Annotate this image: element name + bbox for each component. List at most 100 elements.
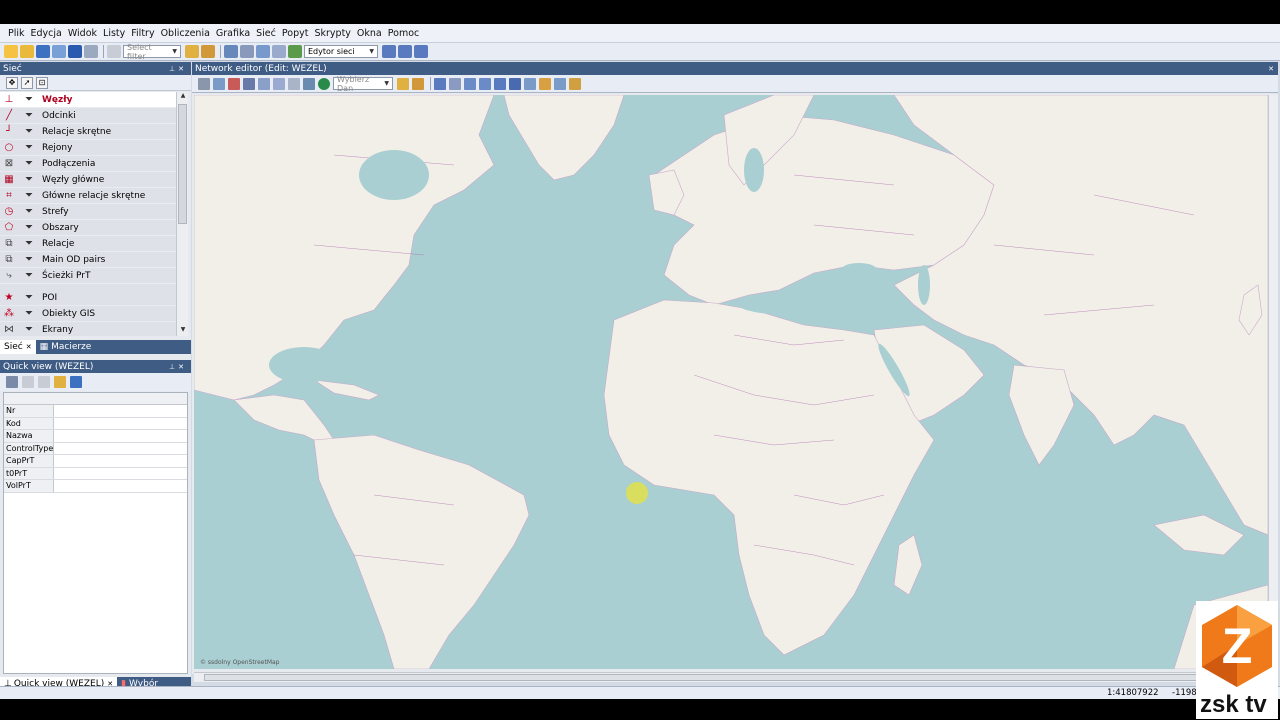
table-row[interactable]: Nazwa — [4, 430, 187, 443]
open-folder-icon[interactable] — [20, 45, 34, 58]
network-editor-icon[interactable] — [288, 45, 302, 58]
filter-funnel-icon[interactable]: ⏷ — [18, 206, 40, 217]
menu-siec[interactable]: Sieć — [254, 28, 278, 39]
table-icon[interactable] — [256, 45, 270, 58]
select-cursor-icon[interactable]: ➚ — [21, 76, 33, 89]
list-edit-icon[interactable] — [240, 45, 254, 58]
save-icon[interactable] — [70, 376, 82, 388]
attribute-select-icon[interactable] — [6, 376, 18, 388]
layer-row[interactable]: ┘ ⏷ Relacje skrętne — [0, 124, 176, 140]
attribute-value[interactable] — [54, 455, 187, 467]
filter-funnel-icon[interactable]: ⏷ — [18, 292, 40, 303]
zoom-extent-icon[interactable] — [434, 77, 446, 90]
map-horizontal-scrollbar[interactable] — [194, 672, 1268, 682]
filter-save-icon[interactable] — [201, 45, 215, 58]
play-icon[interactable] — [107, 45, 121, 58]
table-row[interactable]: Kod — [4, 417, 187, 430]
layer-list-scrollbar[interactable]: ▲ ▼ — [176, 92, 188, 336]
paste-icon[interactable] — [38, 376, 50, 388]
menu-filtry[interactable]: Filtry — [129, 28, 156, 39]
open-folder-icon[interactable] — [54, 376, 66, 388]
menu-plik[interactable]: Plik — [6, 28, 27, 39]
layer-row[interactable]: ╱ ⏷ Odcinki — [0, 108, 176, 124]
menu-grafika[interactable]: Grafika — [214, 28, 252, 39]
layout-vertical-icon[interactable] — [398, 45, 412, 58]
table-row[interactable]: t0PrT — [4, 467, 187, 480]
map-vertical-scrollbar[interactable] — [1268, 95, 1278, 669]
save-icon[interactable] — [36, 45, 50, 58]
filter-funnel-icon[interactable]: ⏷ — [18, 190, 40, 201]
layer-row[interactable]: ⁂ ⏷ Obiekty GIS — [0, 306, 176, 322]
close-icon[interactable]: ✕ — [26, 343, 32, 351]
magnifier-icon[interactable] — [554, 77, 566, 90]
filter-funnel-icon[interactable]: ⏷ — [18, 94, 40, 105]
layer-row[interactable]: ★ ⏷ POI — [0, 290, 176, 306]
filter-funnel-icon[interactable]: ⏷ — [18, 110, 40, 121]
list-icon[interactable] — [224, 45, 238, 58]
filter-funnel-icon[interactable]: ⏷ — [18, 238, 40, 249]
filter-select[interactable]: Select filter ▼ — [123, 43, 181, 61]
pan-arrows-icon[interactable]: ✥ — [6, 76, 18, 89]
tab-macierze[interactable]: ▦ Macierze — [36, 340, 96, 354]
layer-row[interactable]: ⧉ ⏷ Main OD pairs — [0, 252, 176, 268]
zoom-icon[interactable] — [449, 77, 461, 90]
filter-funnel-icon[interactable]: ⏷ — [18, 308, 40, 319]
attribute-value[interactable] — [54, 418, 187, 430]
map-canvas[interactable]: © ssdolny OpenStreetMap — [194, 95, 1268, 669]
scroll-up-icon[interactable]: ▲ — [177, 92, 189, 102]
spatial-select-icon[interactable] — [243, 77, 255, 90]
menu-okna[interactable]: Okna — [355, 28, 384, 39]
open-folder-icon[interactable] — [397, 77, 409, 90]
menu-popyt[interactable]: Popyt — [280, 28, 311, 39]
grid-icon[interactable] — [272, 45, 286, 58]
layer-row[interactable]: ○ ⏷ Rejony — [0, 140, 176, 156]
save-view-icon[interactable] — [412, 77, 424, 90]
filter-open-icon[interactable] — [185, 45, 199, 58]
layer-control-icon[interactable] — [198, 77, 210, 90]
layout-tile-icon[interactable] — [414, 45, 428, 58]
layout-horizontal-icon[interactable] — [382, 45, 396, 58]
view-forward-icon[interactable] — [479, 77, 491, 90]
scroll-down-icon[interactable]: ▼ — [177, 326, 189, 336]
measure-icon[interactable] — [539, 77, 551, 90]
redo-icon[interactable] — [84, 45, 98, 58]
layer-row[interactable]: ▦ ⏷ Węzły główne — [0, 172, 176, 188]
attribute-value[interactable] — [54, 430, 187, 442]
table-row[interactable]: CapPrT — [4, 455, 187, 468]
map-view-icon[interactable] — [524, 77, 536, 90]
menu-obliczenia[interactable]: Obliczenia — [159, 28, 212, 39]
globe-icon[interactable] — [318, 77, 330, 90]
print-icon[interactable] — [288, 77, 300, 90]
graphic-params-icon[interactable] — [228, 77, 240, 90]
filter-funnel-icon[interactable]: ⏷ — [18, 174, 40, 185]
scrollbar-thumb[interactable] — [178, 104, 187, 224]
attribute-value[interactable] — [54, 468, 187, 480]
save-all-icon[interactable] — [52, 45, 66, 58]
table-row[interactable]: Nr — [4, 405, 187, 418]
filter-funnel-icon[interactable]: ⏷ — [18, 270, 40, 281]
mode-select[interactable]: Edytor sieci ▼ — [304, 45, 378, 58]
attribute-value[interactable] — [54, 443, 187, 455]
layer-row[interactable]: ⊠ ⏷ Podłączenia — [0, 156, 176, 172]
copy-icon[interactable] — [22, 376, 34, 388]
panel-pin-close-icon[interactable]: ⊥✕ — [169, 363, 191, 371]
filter-funnel-icon[interactable]: ⏷ — [18, 158, 40, 169]
filter-funnel-icon[interactable]: ⏷ — [18, 142, 40, 153]
table-row[interactable]: ControlType — [4, 442, 187, 455]
layer-row[interactable]: ⧉ ⏷ Relacje — [0, 236, 176, 252]
layer-row[interactable]: ◷ ⏷ Strefy — [0, 204, 176, 220]
close-icon[interactable]: ✕ — [1268, 65, 1278, 73]
multi-select-icon[interactable] — [258, 77, 270, 90]
menu-widok[interactable]: Widok — [66, 28, 99, 39]
layer-row[interactable]: ⌗ ⏷ Główne relacje skrętne — [0, 188, 176, 204]
background-map-select[interactable]: Wybierz Dan ▼ — [333, 75, 393, 93]
new-file-icon[interactable] — [4, 45, 18, 58]
layer-row[interactable]: ⤷ ⏷ Ścieżki PrT — [0, 268, 176, 284]
zoom-width-icon[interactable] — [494, 77, 506, 90]
polygon-select-icon[interactable] — [273, 77, 285, 90]
view-back-icon[interactable] — [464, 77, 476, 90]
layer-row[interactable]: ⋈ ⏷ Ekrany — [0, 322, 176, 338]
pencil-icon[interactable] — [569, 77, 581, 90]
menu-pomoc[interactable]: Pomoc — [386, 28, 422, 39]
menu-skrypty[interactable]: Skrypty — [312, 28, 352, 39]
